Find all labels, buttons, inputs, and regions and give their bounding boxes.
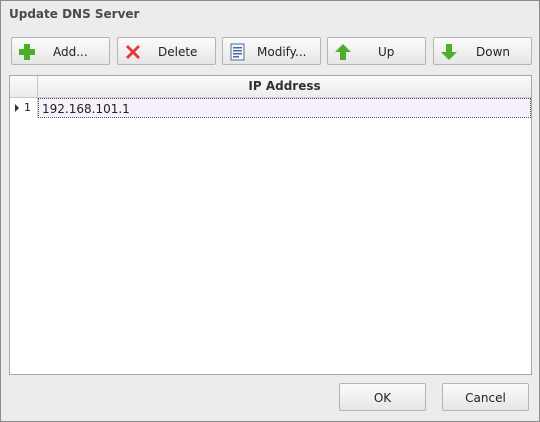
cancel-button-label: Cancel (465, 391, 506, 405)
arrow-up-icon (335, 44, 351, 60)
row-indicator-header (10, 76, 38, 97)
document-edit-icon (230, 43, 245, 61)
dns-server-grid[interactable]: IP Address 1 192.168.101.1 (9, 75, 532, 375)
add-button-label: Add... (53, 45, 88, 59)
ok-button[interactable]: OK (339, 383, 426, 411)
delete-button-label: Delete (158, 45, 198, 59)
down-button[interactable]: Down (433, 37, 532, 65)
window-title: Update DNS Server (9, 7, 140, 21)
modify-button[interactable]: Modify... (222, 37, 321, 65)
delete-x-icon (126, 45, 140, 59)
cancel-button[interactable]: Cancel (442, 383, 529, 411)
grid-header: IP Address (10, 76, 531, 98)
arrow-down-icon (441, 44, 457, 60)
current-row-arrow-icon (15, 104, 19, 112)
row-number: 1 (24, 101, 31, 114)
down-button-label: Down (476, 45, 511, 59)
ip-address-value: 192.168.101.1 (42, 102, 130, 116)
modify-button-label: Modify... (257, 45, 307, 59)
up-button[interactable]: Up (327, 37, 426, 65)
row-indicator[interactable]: 1 (10, 98, 38, 118)
plus-icon (19, 44, 35, 60)
column-header-ip-address[interactable]: IP Address (38, 79, 531, 93)
add-button[interactable]: Add... (11, 37, 110, 65)
table-row[interactable]: 1 192.168.101.1 (10, 98, 531, 118)
ok-button-label: OK (373, 391, 392, 405)
dialog-window: Update DNS Server Add... Delete Modify..… (0, 0, 540, 422)
title-bar[interactable]: Update DNS Server (1, 1, 539, 29)
delete-button[interactable]: Delete (117, 37, 216, 65)
up-button-label: Up (378, 45, 395, 59)
ip-address-cell[interactable]: 192.168.101.1 (38, 98, 531, 118)
